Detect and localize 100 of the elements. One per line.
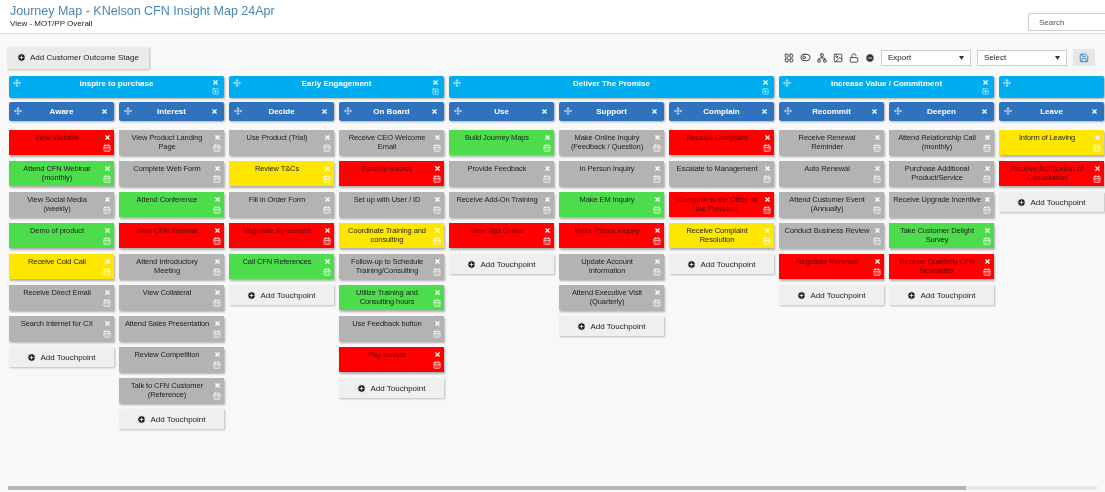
calendar-icon[interactable] bbox=[103, 175, 111, 183]
move-icon[interactable] bbox=[344, 107, 352, 115]
calendar-icon[interactable] bbox=[763, 237, 771, 245]
calendar-icon[interactable] bbox=[103, 144, 111, 152]
calendar-icon[interactable] bbox=[653, 175, 661, 183]
calendar-icon[interactable] bbox=[983, 237, 991, 245]
close-icon[interactable] bbox=[211, 108, 218, 115]
calendar-icon[interactable] bbox=[763, 206, 771, 214]
calendar-icon[interactable] bbox=[1093, 175, 1101, 183]
close-icon[interactable] bbox=[431, 108, 438, 115]
calendar-icon[interactable] bbox=[433, 237, 441, 245]
add-touchpoint-button[interactable]: Add Touchpoint bbox=[999, 192, 1104, 212]
calendar-icon[interactable] bbox=[873, 237, 881, 245]
close-icon[interactable] bbox=[871, 108, 878, 115]
calendar-icon[interactable] bbox=[983, 144, 991, 152]
toggle-icon[interactable] bbox=[800, 52, 811, 63]
add-touchpoint-button[interactable]: Add Touchpoint bbox=[779, 285, 884, 305]
close-icon[interactable] bbox=[653, 289, 661, 296]
close-icon[interactable] bbox=[983, 134, 991, 141]
calendar-icon[interactable] bbox=[103, 268, 111, 276]
calendar-icon[interactable] bbox=[433, 144, 441, 152]
close-icon[interactable] bbox=[983, 258, 991, 265]
calendar-icon[interactable] bbox=[543, 175, 551, 183]
move-icon[interactable] bbox=[14, 107, 22, 115]
calendar-icon[interactable] bbox=[433, 330, 441, 338]
add-touchpoint-button[interactable]: Add Touchpoint bbox=[559, 316, 664, 336]
close-icon[interactable] bbox=[982, 79, 989, 86]
close-icon[interactable] bbox=[323, 227, 331, 234]
close-icon[interactable] bbox=[433, 351, 441, 358]
calendar-icon[interactable] bbox=[323, 268, 331, 276]
close-icon[interactable] bbox=[213, 351, 221, 358]
close-icon[interactable] bbox=[1093, 165, 1101, 172]
calendar-icon[interactable] bbox=[213, 330, 221, 338]
add-touchpoint-button[interactable]: Add Touchpoint bbox=[889, 285, 994, 305]
plus-square-icon[interactable] bbox=[762, 88, 769, 95]
unlock-icon[interactable] bbox=[849, 52, 859, 63]
add-touchpoint-button[interactable]: Add Touchpoint bbox=[339, 378, 444, 398]
move-icon[interactable] bbox=[1003, 79, 1011, 87]
calendar-icon[interactable] bbox=[323, 206, 331, 214]
plus-square-icon[interactable] bbox=[432, 88, 439, 95]
close-icon[interactable] bbox=[651, 108, 658, 115]
calendar-icon[interactable] bbox=[873, 144, 881, 152]
close-icon[interactable] bbox=[323, 134, 331, 141]
close-icon[interactable] bbox=[761, 108, 768, 115]
close-icon[interactable] bbox=[212, 79, 219, 86]
calendar-icon[interactable] bbox=[433, 299, 441, 307]
close-icon[interactable] bbox=[213, 320, 221, 327]
close-icon[interactable] bbox=[103, 320, 111, 327]
calendar-icon[interactable] bbox=[213, 299, 221, 307]
image-icon[interactable] bbox=[833, 52, 843, 63]
close-icon[interactable] bbox=[213, 165, 221, 172]
close-icon[interactable] bbox=[873, 134, 881, 141]
calendar-icon[interactable] bbox=[1093, 144, 1101, 152]
calendar-icon[interactable] bbox=[213, 206, 221, 214]
search-field[interactable]: Search bbox=[1028, 13, 1105, 31]
move-icon[interactable] bbox=[564, 107, 572, 115]
move-icon[interactable] bbox=[784, 107, 792, 115]
grid-icon[interactable] bbox=[784, 52, 794, 63]
add-touchpoint-button[interactable]: Add Touchpoint bbox=[9, 347, 114, 367]
move-icon[interactable] bbox=[124, 107, 132, 115]
close-icon[interactable] bbox=[433, 320, 441, 327]
close-icon[interactable] bbox=[213, 258, 221, 265]
calendar-icon[interactable] bbox=[213, 268, 221, 276]
add-touchpoint-button[interactable]: Add Touchpoint bbox=[449, 254, 554, 274]
close-icon[interactable] bbox=[983, 196, 991, 203]
move-icon[interactable] bbox=[233, 79, 241, 87]
close-icon[interactable] bbox=[433, 134, 441, 141]
move-icon[interactable] bbox=[454, 107, 462, 115]
calendar-icon[interactable] bbox=[213, 144, 221, 152]
calendar-icon[interactable] bbox=[543, 206, 551, 214]
move-icon[interactable] bbox=[674, 107, 682, 115]
close-icon[interactable] bbox=[321, 108, 328, 115]
calendar-icon[interactable] bbox=[543, 237, 551, 245]
calendar-icon[interactable] bbox=[653, 237, 661, 245]
plus-square-icon[interactable] bbox=[982, 88, 989, 95]
add-stage-button[interactable]: Add Customer Outcome Stage bbox=[7, 46, 149, 69]
calendar-icon[interactable] bbox=[873, 175, 881, 183]
view-select[interactable]: Select bbox=[977, 49, 1067, 66]
calendar-icon[interactable] bbox=[433, 268, 441, 276]
calendar-icon[interactable] bbox=[873, 206, 881, 214]
calendar-icon[interactable] bbox=[763, 175, 771, 183]
close-icon[interactable] bbox=[213, 289, 221, 296]
hierarchy-icon[interactable] bbox=[817, 52, 827, 63]
close-icon[interactable] bbox=[213, 227, 221, 234]
calendar-icon[interactable] bbox=[323, 144, 331, 152]
calendar-icon[interactable] bbox=[543, 144, 551, 152]
close-icon[interactable] bbox=[103, 196, 111, 203]
calendar-icon[interactable] bbox=[433, 206, 441, 214]
close-icon[interactable] bbox=[543, 165, 551, 172]
add-touchpoint-button[interactable]: Add Touchpoint bbox=[669, 254, 774, 274]
close-icon[interactable] bbox=[653, 227, 661, 234]
calendar-icon[interactable] bbox=[433, 361, 441, 369]
calendar-icon[interactable] bbox=[213, 237, 221, 245]
calendar-icon[interactable] bbox=[103, 206, 111, 214]
calendar-icon[interactable] bbox=[213, 361, 221, 369]
calendar-icon[interactable] bbox=[433, 175, 441, 183]
close-icon[interactable] bbox=[653, 165, 661, 172]
horizontal-scrollbar[interactable] bbox=[8, 486, 1097, 490]
move-icon[interactable] bbox=[453, 79, 461, 87]
close-icon[interactable] bbox=[981, 108, 988, 115]
